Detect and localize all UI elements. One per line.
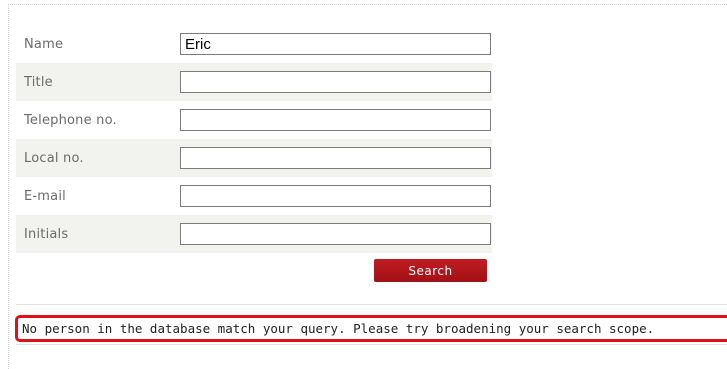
initials-row: Initials (16, 215, 492, 253)
no-results-message: No person in the database match your que… (15, 315, 727, 342)
left-dotted-border (8, 4, 9, 369)
search-page: Name Title Telephone no. Local no. E-mai… (0, 0, 727, 369)
email-row: E-mail (16, 177, 492, 215)
local-no-input[interactable] (180, 147, 491, 169)
telephone-label: Telephone no. (24, 112, 117, 128)
title-row: Title (16, 63, 492, 101)
initials-label: Initials (24, 226, 69, 242)
telephone-input[interactable] (180, 109, 491, 131)
title-input[interactable] (180, 71, 491, 93)
title-label: Title (24, 74, 53, 90)
divider-bottom (16, 344, 727, 345)
button-row: Search (16, 253, 492, 289)
name-input[interactable] (180, 33, 491, 55)
email-input[interactable] (180, 185, 491, 207)
local-no-label: Local no. (24, 150, 84, 166)
search-button[interactable]: Search (374, 259, 487, 282)
telephone-row: Telephone no. (16, 101, 492, 139)
name-row: Name (16, 25, 492, 63)
local-no-row: Local no. (16, 139, 492, 177)
top-dotted-border (8, 4, 727, 5)
initials-input[interactable] (180, 223, 491, 245)
divider-top (16, 304, 727, 305)
name-label: Name (24, 36, 64, 52)
person-search-form: Name Title Telephone no. Local no. E-mai… (16, 25, 492, 289)
email-label: E-mail (24, 188, 66, 204)
